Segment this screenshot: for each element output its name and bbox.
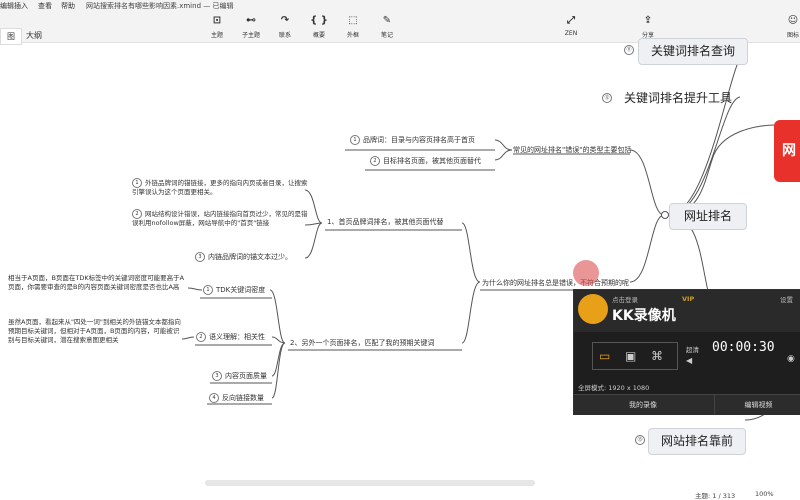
label-common-errors[interactable]: 常见的网址排名"错误"的类型主要包括 bbox=[513, 145, 631, 155]
number-3-icon: 3 bbox=[195, 252, 205, 262]
topic-button[interactable]: ⊡ 主题 bbox=[199, 14, 235, 39]
menu-insert[interactable]: 插入 bbox=[14, 1, 28, 11]
smiley-icon: ☺ bbox=[787, 15, 799, 26]
boundary-icon: ⬚ bbox=[348, 15, 358, 26]
number-2-icon: 2 bbox=[132, 209, 142, 219]
screen-mode-icon[interactable]: ▭ bbox=[599, 349, 610, 363]
gamepad-icon[interactable]: ⌘ bbox=[651, 349, 663, 363]
note-tdk[interactable]: 相当于A页面，B页面在TDK标签中的关键词密度可能要高于A页面，你需要审查的是B… bbox=[8, 274, 188, 292]
share-icon: ⇪ bbox=[643, 15, 653, 26]
window-mode-icon[interactable]: ▣ bbox=[625, 349, 636, 363]
note-icon: ✎ bbox=[382, 15, 392, 26]
kk-quality-label[interactable]: 超清 bbox=[686, 344, 699, 354]
label-sub2[interactable]: 2、另外一个页面排名，匹配了我的预期关键词 bbox=[290, 338, 434, 348]
note-sub1-c[interactable]: 3 内链品牌词的锚文本过少。 bbox=[195, 252, 292, 262]
horizontal-scrollbar[interactable] bbox=[205, 480, 535, 486]
relation-button[interactable]: ↷ 联系 bbox=[267, 14, 303, 39]
summary-icon: { } bbox=[310, 15, 328, 26]
topic-number-badge: ⑬ bbox=[635, 435, 645, 445]
note-semantic[interactable]: 虽然A页面，看起来从"四处一词"到相关的外链锚文本都指向预期目标关键词，但相对于… bbox=[8, 318, 184, 345]
label-sub1[interactable]: 1、首页品牌词排名，被其他页面代替 bbox=[327, 217, 443, 227]
zen-icon: ⤢ bbox=[567, 15, 575, 26]
kk-settings-button[interactable]: 设置 bbox=[780, 294, 793, 304]
kk-edit-video-button[interactable]: 编辑视频 bbox=[714, 395, 800, 415]
label-why-not[interactable]: 为什么你的网址排名总是错误，不符合预期的呢 bbox=[482, 278, 629, 288]
number-2-icon: 2 bbox=[370, 156, 380, 166]
number-1-icon: 1 bbox=[350, 135, 360, 145]
number-1-icon: 1 bbox=[132, 178, 142, 188]
camera-icon[interactable]: ◉ bbox=[787, 354, 795, 364]
tab-outline[interactable]: 大纲 bbox=[20, 28, 48, 43]
kk-login-link[interactable]: 点击登录 bbox=[612, 294, 638, 304]
number-1-icon: 1 bbox=[203, 285, 213, 295]
status-bar: 主题: 1 / 313 100% bbox=[0, 490, 800, 500]
file-title: 网站搜索排名有哪些影响因素.xmind — 已编辑 bbox=[86, 2, 234, 10]
volume-icon[interactable]: ◀ bbox=[686, 356, 692, 365]
central-topic-node[interactable]: 网 bbox=[774, 120, 800, 182]
icon-button[interactable]: ☺ 图标 bbox=[775, 14, 800, 39]
kk-footer: 我的录像 编辑视频 bbox=[574, 394, 800, 415]
kk-title: KK录像机 bbox=[612, 308, 676, 324]
topic-number-badge: ⑫ bbox=[602, 93, 612, 103]
relation-icon: ↷ bbox=[280, 15, 290, 26]
topic-icon: ⊡ bbox=[212, 15, 222, 26]
summary-button[interactable]: { } 概要 bbox=[301, 14, 337, 39]
menu-edit[interactable]: 编辑 bbox=[0, 1, 14, 11]
menu-view[interactable]: 查看 bbox=[38, 1, 52, 11]
zoom-level[interactable]: 100% bbox=[755, 490, 774, 498]
share-button[interactable]: ⇪ 分享 bbox=[630, 14, 666, 39]
number-4-icon: 4 bbox=[209, 393, 219, 403]
topic-number-badge: ⑪ bbox=[624, 45, 634, 55]
kk-timer: 00:00:30 bbox=[712, 340, 775, 355]
cursor-highlight bbox=[573, 260, 599, 286]
zen-button[interactable]: ⤢ ZEN bbox=[553, 14, 589, 37]
kk-fullscreen-info: 全屏模式: 1920 x 1080 bbox=[578, 384, 650, 392]
kk-my-recordings-button[interactable]: 我的录像 bbox=[574, 395, 712, 415]
number-3-icon: 3 bbox=[212, 371, 222, 381]
kk-recorder-window: 点击登录 VIP 设置 KK录像机 ▭ ▣ ⌘ 超清 ◀ 00:00:30 ◉ … bbox=[573, 289, 800, 415]
subtopic-button[interactable]: ⊷ 子主题 bbox=[233, 14, 269, 39]
item-backlinks[interactable]: 4 反向链接数量 bbox=[209, 393, 264, 403]
label-brand-word[interactable]: 1 品牌词：目录与内容页排名高于首页 bbox=[350, 135, 475, 145]
menu-help[interactable]: 帮助 bbox=[61, 1, 75, 11]
node-rank-query[interactable]: 关键词排名查询 bbox=[638, 38, 748, 65]
kk-logo-icon bbox=[578, 294, 608, 324]
item-semantic[interactable]: 2 语义理解：相关性 bbox=[196, 332, 265, 342]
note-sub1-b[interactable]: 2 网站结构设计错误，站内链接指向首页过少，常见的是错误利用nofollow屏蔽，… bbox=[132, 209, 310, 228]
kk-vip-badge: VIP bbox=[682, 295, 695, 303]
menu-bar: 编辑 插入 查看 帮助 网站搜索排名有哪些影响因素.xmind — 已编辑 bbox=[0, 0, 800, 12]
number-2-icon: 2 bbox=[196, 332, 206, 342]
subtopic-icon: ⊷ bbox=[246, 15, 256, 26]
topic-count: 主题: 1 / 313 bbox=[695, 492, 736, 500]
label-target-page[interactable]: 2 目标排名页面，被其他页面替代 bbox=[370, 156, 481, 166]
boundary-button[interactable]: ⬚ 外框 bbox=[335, 14, 371, 39]
node-site-rank-front[interactable]: 网站排名靠前 bbox=[648, 428, 746, 455]
item-content-quality[interactable]: 3 内容页面质量 bbox=[212, 371, 267, 381]
note-button[interactable]: ✎ 笔记 bbox=[369, 14, 405, 39]
item-tdk[interactable]: 1 TDK关键词密度 bbox=[203, 285, 265, 295]
note-sub1-a[interactable]: 1 外链品牌词的锚链接，更多的指向内页或者目录，让搜索引擎误认为这个页面更相关。 bbox=[132, 178, 310, 197]
node-rank-tools[interactable]: 关键词排名提升工具 bbox=[616, 86, 740, 110]
kk-mode-group: ▭ ▣ ⌘ bbox=[592, 342, 678, 370]
mind-map-connectors bbox=[181, 51, 781, 421]
node-url-rank[interactable]: 网址排名 bbox=[669, 203, 747, 230]
